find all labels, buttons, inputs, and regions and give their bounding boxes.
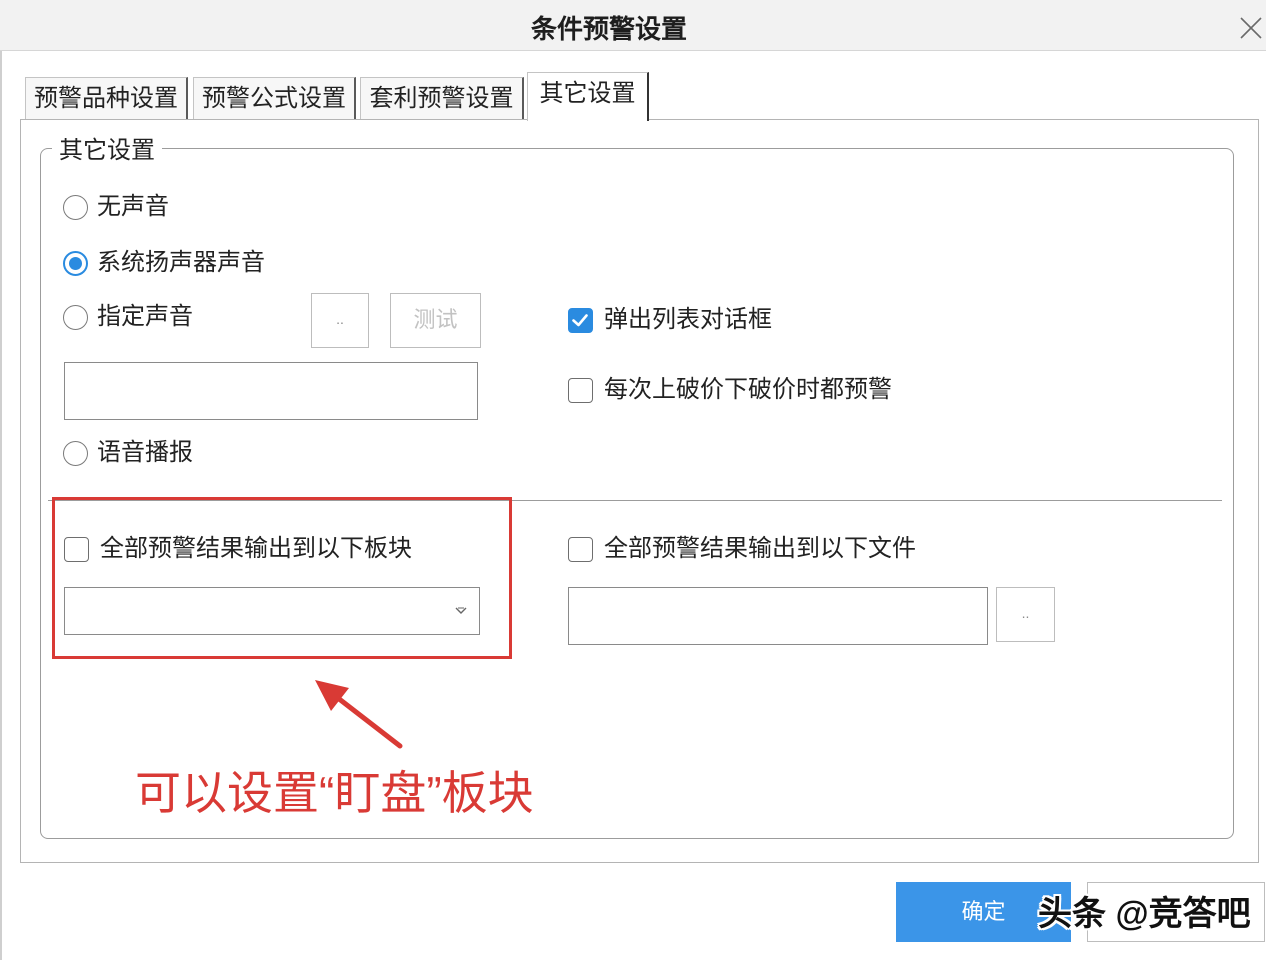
arrow-icon xyxy=(315,680,403,749)
radio-no-sound[interactable] xyxy=(63,195,88,220)
checkbox-output-file[interactable] xyxy=(568,537,593,562)
tab-arbitrage-settings[interactable]: 套利预警设置 xyxy=(360,77,524,120)
output-file-browse-button[interactable]: .. xyxy=(996,587,1055,642)
dialog-title: 条件预警设置 xyxy=(531,14,688,44)
radio-voice-broadcast-label: 语音播报 xyxy=(97,439,193,466)
annotation-highlight-box xyxy=(52,497,512,659)
sound-file-input[interactable] xyxy=(64,362,478,420)
sound-test-button[interactable]: 测试 xyxy=(390,293,481,348)
radio-voice-broadcast[interactable] xyxy=(63,441,88,466)
tab-other-settings[interactable]: 其它设置 xyxy=(527,72,649,121)
sound-browse-button[interactable]: .. xyxy=(311,293,369,348)
tab-variety-settings[interactable]: 预警品种设置 xyxy=(25,77,188,120)
radio-system-speaker[interactable] xyxy=(63,251,88,276)
checkbox-each-break-alert[interactable] xyxy=(568,378,593,403)
group-legend: 其它设置 xyxy=(52,135,162,167)
radio-custom-sound[interactable] xyxy=(63,305,88,330)
close-icon[interactable] xyxy=(1238,15,1264,41)
checkbox-popup-list-label: 弹出列表对话框 xyxy=(604,306,772,333)
watermark: 头条 @竞答吧 xyxy=(1038,895,1251,933)
checkbox-output-file-label: 全部预警结果输出到以下文件 xyxy=(604,535,916,562)
checkbox-popup-list[interactable] xyxy=(568,308,593,333)
radio-no-sound-label: 无声音 xyxy=(97,193,169,220)
radio-system-speaker-label: 系统扬声器声音 xyxy=(97,249,265,276)
tab-formula-settings[interactable]: 预警公式设置 xyxy=(193,77,356,120)
annotation-text: 可以设置“盯盘”板块 xyxy=(135,767,534,819)
radio-custom-sound-label: 指定声音 xyxy=(97,303,193,330)
check-icon xyxy=(572,314,588,327)
checkbox-each-break-alert-label: 每次上破价下破价时都预警 xyxy=(604,376,892,403)
output-file-input[interactable] xyxy=(568,587,988,645)
